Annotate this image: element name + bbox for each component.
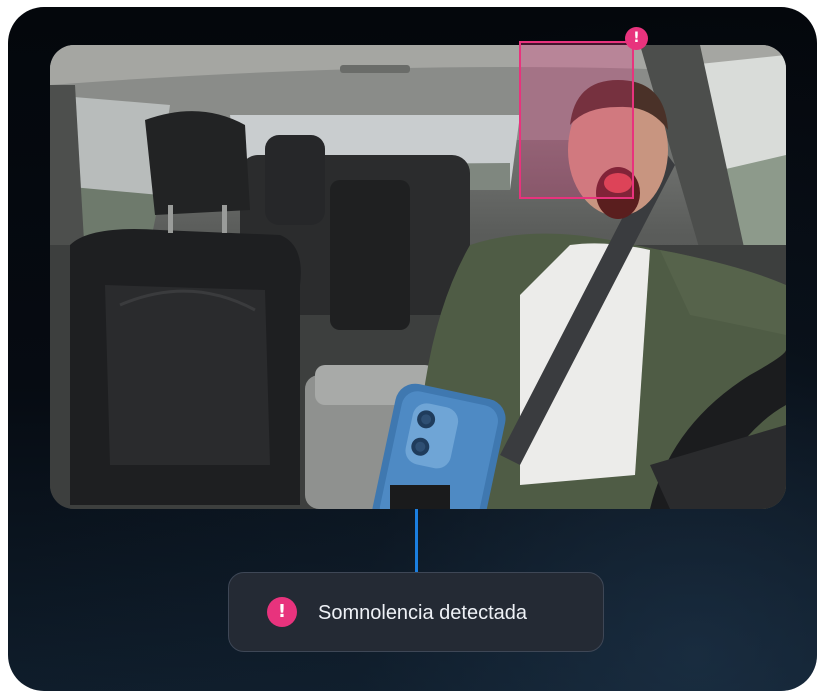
face-detection-box — [519, 41, 634, 199]
detection-alert-icon: ! — [625, 27, 648, 50]
cabin-camera-feed — [50, 45, 786, 509]
drowsiness-card: ! ! Somnolencia detectada — [8, 7, 817, 691]
cabin-scene-illustration — [50, 45, 786, 509]
exclamation-icon: ! — [267, 597, 297, 627]
drowsiness-alert-badge: ! Somnolencia detectada — [228, 572, 604, 652]
alert-connector-line — [415, 509, 418, 573]
alert-message: Somnolencia detectada — [318, 602, 528, 624]
